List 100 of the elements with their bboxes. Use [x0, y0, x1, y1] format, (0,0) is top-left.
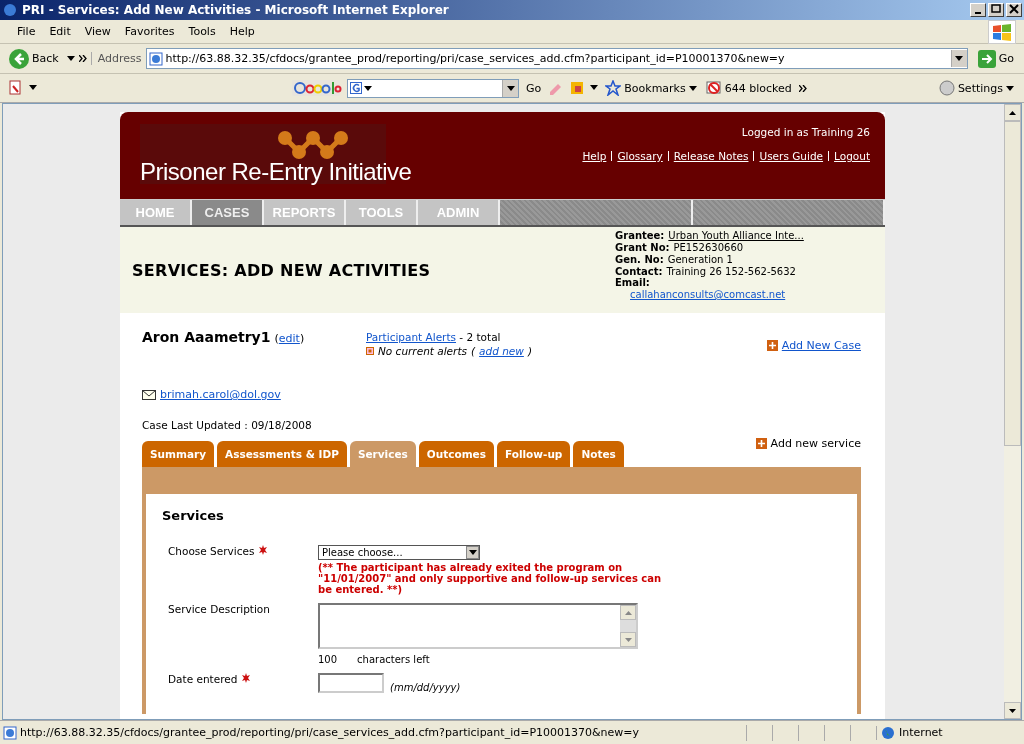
plus-icon	[766, 340, 778, 351]
grantee-link[interactable]: Urban Youth Alliance Inte...	[668, 229, 804, 241]
browser-icon	[2, 2, 18, 18]
participant-name: Aron Aaametry1	[142, 329, 271, 345]
info-value: Training 26 152-562-5632	[666, 265, 796, 277]
header-link[interactable]: Users Guide	[759, 150, 824, 162]
caret-icon	[468, 550, 477, 555]
case-tab[interactable]: Summary	[142, 441, 215, 467]
menu-item[interactable]: Favorites	[117, 25, 182, 38]
bullet-icon	[366, 347, 374, 355]
window-title: PRI - Services: Add New Activities - Microsoft Internet Explorer	[22, 3, 450, 17]
go-button[interactable]: Go	[524, 81, 544, 95]
email-link[interactable]: brimah.carol@dol.gov	[160, 388, 281, 401]
dropdown-arrow-icon	[29, 85, 37, 91]
case-tab[interactable]: Notes	[573, 441, 624, 467]
blocked-window-icon	[705, 80, 722, 96]
header-link[interactable]: Glossary	[617, 150, 663, 162]
alerts-link[interactable]: Participant Alerts	[366, 331, 456, 343]
popup-blocker-button[interactable]: 644 blocked	[703, 80, 794, 96]
page-icon	[148, 51, 163, 66]
zone-text: Internet	[899, 726, 943, 739]
circle-icon	[938, 80, 955, 96]
back-button[interactable]: Back	[4, 47, 63, 70]
logged-in-text: Logged in as Training 26	[741, 126, 870, 138]
close-button[interactable]	[1006, 3, 1022, 17]
alerts-total: - 2 total	[458, 331, 501, 343]
info-label: Contact:	[615, 265, 663, 277]
search-field[interactable]	[347, 78, 519, 98]
caret-icon	[1009, 708, 1016, 713]
caret-icon	[1009, 110, 1016, 115]
logo-text: Prisoner Re-Entry Initiative	[140, 158, 412, 186]
minimize-icon	[975, 12, 981, 14]
character-count: 100	[318, 654, 338, 665]
textarea-scrollbar[interactable]	[620, 605, 636, 647]
header-link[interactable]: Release Notes	[673, 150, 749, 162]
dropdown-button[interactable]	[950, 50, 967, 67]
page-icon	[3, 725, 17, 740]
menu-item[interactable]: Tools	[181, 25, 223, 38]
case-tab[interactable]: Outcomes	[418, 441, 494, 467]
info-value: Generation 1	[667, 253, 733, 265]
address-field[interactable]: http://63.88.32.35/cfdocs/grantee_prod/reporting/pri/case_services_add.cfm?participant_id=P10001370&new=y	[145, 48, 968, 69]
puzzle-icon	[569, 80, 586, 96]
paren-text: )	[527, 345, 532, 357]
chevron-icon	[798, 84, 807, 92]
menu-item[interactable]: View	[77, 25, 118, 38]
go-button[interactable]: Go	[971, 48, 1020, 69]
maximize-icon	[991, 4, 1001, 14]
form-title: Services	[162, 508, 225, 523]
info-label: Email:	[615, 277, 650, 288]
windows-flag-icon	[988, 19, 1016, 44]
caret-icon	[1006, 85, 1014, 91]
g-logo-icon	[350, 82, 362, 94]
header-link[interactable]: Help	[582, 150, 607, 162]
address-label: Address	[90, 52, 142, 65]
date-format-hint: (mm/dd/yyyy)	[390, 682, 461, 693]
info-label: Grantee:	[615, 229, 665, 241]
globe-icon	[881, 725, 895, 740]
caret-icon	[955, 56, 964, 61]
edit-link[interactable]: edit	[278, 332, 300, 345]
last-updated-text: Case Last Updated : 09/18/2008	[142, 419, 313, 431]
menu-item[interactable]: File	[10, 25, 43, 38]
status-text: http://63.88.32.35/cfdocs/grantee_prod/reporting/pri/case_services_add.cfm?participant_id=P10001370&new=y	[20, 726, 641, 739]
paren-text: (	[470, 345, 476, 357]
service-select[interactable]: Please choose...	[318, 545, 480, 560]
add-service-text[interactable]: Add new service	[770, 437, 861, 450]
vertical-scrollbar[interactable]	[1004, 104, 1021, 719]
field-label: Choose Services	[168, 545, 255, 557]
caret-icon	[688, 85, 697, 91]
bookmarks-button[interactable]: Bookmarks	[603, 80, 699, 96]
field-label: Date entered	[168, 673, 238, 685]
caret-icon	[506, 85, 515, 91]
dropdown-arrow-icon	[66, 55, 75, 62]
field-label: Service Description	[168, 603, 270, 615]
chevron-icon	[78, 55, 87, 62]
page-heading: SERVICES: ADD NEW ACTIVITIES	[132, 261, 431, 282]
caret-icon	[624, 637, 632, 642]
maximize-button[interactable]	[988, 3, 1004, 17]
header-link[interactable]: Logout	[834, 150, 870, 162]
envelope-icon	[142, 389, 156, 400]
paren-text: )	[299, 332, 305, 345]
description-field[interactable]	[318, 603, 638, 649]
star-icon	[605, 80, 622, 96]
caret-icon	[364, 85, 372, 91]
no-alerts-text: No current alerts	[378, 345, 467, 357]
date-field[interactable]	[318, 673, 384, 693]
case-tab[interactable]: Follow-up	[496, 441, 571, 467]
settings-button[interactable]: Settings	[936, 80, 1016, 96]
add-case-link[interactable]: Add New Case	[781, 339, 861, 352]
close-icon	[1009, 4, 1019, 14]
email-link[interactable]: callahanconsults@comcast.net	[630, 289, 786, 300]
info-label: Gen. No:	[615, 253, 664, 265]
menu-item[interactable]: Help	[222, 25, 262, 38]
info-label: Grant No:	[615, 241, 670, 253]
paren-text: (	[274, 332, 279, 345]
info-value: PE152630660	[673, 241, 744, 253]
add-new-link[interactable]: add new	[479, 345, 524, 357]
case-tab[interactable]: Assessments & IDP	[217, 441, 347, 467]
menu-item[interactable]: Edit	[42, 25, 78, 38]
minimize-button[interactable]	[970, 3, 986, 17]
warning-text: (** The participant has already exited the program on "11/01/2007" and only supportive and follow-up services can be entered. **)	[318, 562, 663, 595]
